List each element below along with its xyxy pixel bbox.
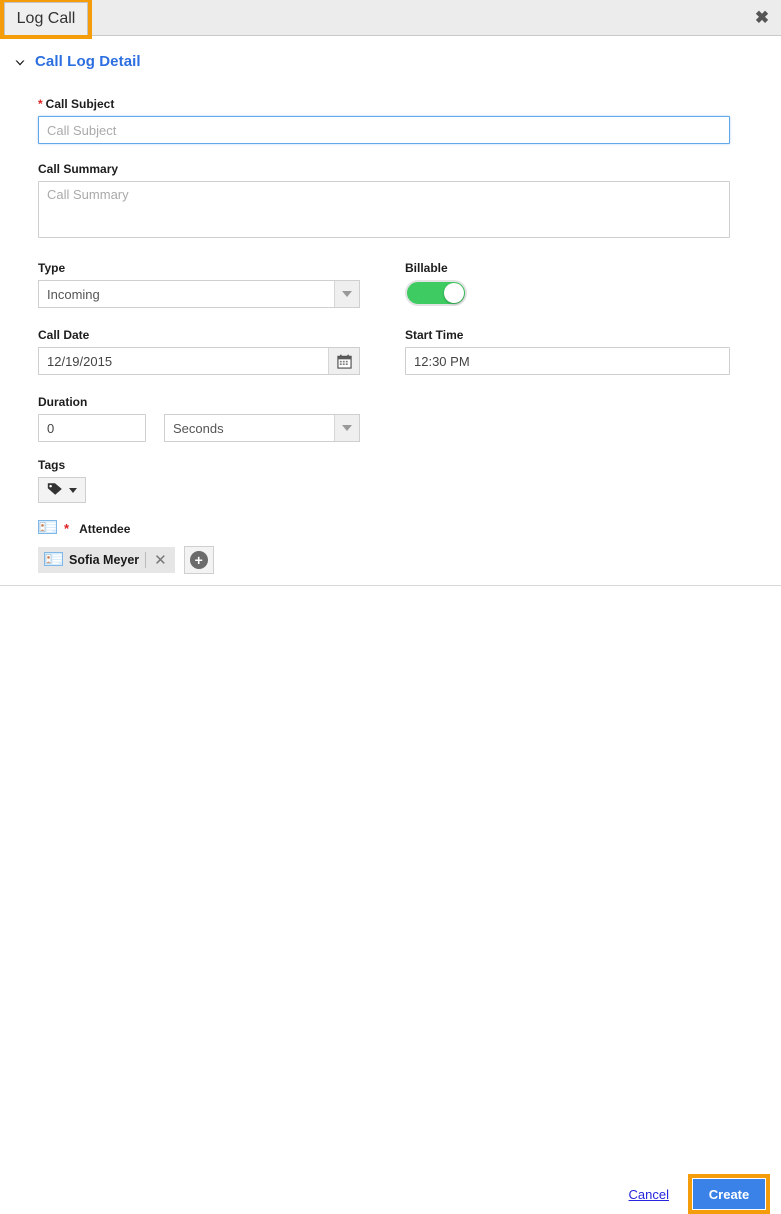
- call-subject-label: * Call Subject: [38, 97, 730, 111]
- call-summary-textarea[interactable]: [38, 181, 730, 238]
- field-start-time: Start Time: [405, 328, 730, 375]
- start-time-input[interactable]: [405, 347, 730, 375]
- calendar-glyph: [336, 354, 352, 369]
- type-select[interactable]: Incoming: [38, 280, 360, 308]
- attendee-label: Attendee: [79, 521, 131, 536]
- field-billable: Billable: [405, 261, 467, 306]
- field-tags: Tags: [38, 458, 86, 503]
- chevron-down-icon: [69, 487, 77, 493]
- tab-log-call[interactable]: Log Call: [4, 2, 88, 35]
- field-call-subject: * Call Subject: [38, 97, 730, 144]
- tags-label: Tags: [38, 458, 66, 472]
- duration-unit-select[interactable]: Seconds: [164, 414, 360, 442]
- field-duration: Duration Seconds: [38, 395, 360, 442]
- tab-log-call-label: Log Call: [16, 10, 76, 27]
- plus-icon: +: [189, 551, 208, 569]
- chip-separator: [145, 552, 147, 568]
- create-button-label: Create: [708, 1186, 750, 1202]
- duration-amount-input[interactable]: [38, 414, 146, 442]
- type-label: Type: [38, 261, 66, 275]
- calendar-icon[interactable]: [328, 348, 359, 374]
- call-date-label: Call Date: [38, 328, 90, 342]
- field-type: Type Incoming: [38, 261, 360, 308]
- close-icon[interactable]: ✖: [751, 6, 773, 28]
- call-summary-label: Call Summary: [38, 162, 119, 176]
- billable-toggle[interactable]: [405, 280, 467, 306]
- required-asterisk: *: [38, 97, 43, 111]
- tab-strip: Log Call ✖: [0, 0, 781, 39]
- chevron-down-icon: [14, 57, 26, 69]
- add-attendee-button[interactable]: +: [183, 546, 214, 574]
- duration-unit-dropdown-button[interactable]: [334, 415, 359, 441]
- cancel-button[interactable]: Cancel: [629, 1187, 669, 1202]
- field-call-summary: Call Summary: [38, 162, 730, 241]
- close-icon[interactable]: ✕: [152, 553, 169, 568]
- section-header-call-log-detail[interactable]: Call Log Detail: [14, 53, 141, 70]
- duration-label: Duration: [38, 395, 88, 409]
- attendee-header: * Attendee: [38, 520, 214, 537]
- contact-card-icon: [44, 551, 63, 569]
- chevron-down-icon: [342, 291, 352, 297]
- required-asterisk: *: [64, 521, 70, 536]
- start-time-label: Start Time: [405, 328, 464, 342]
- chevron-down-icon: [342, 425, 352, 431]
- call-date-field[interactable]: 12/19/2015: [38, 347, 360, 375]
- footer: Cancel Create: [0, 586, 781, 1214]
- type-dropdown-button[interactable]: [334, 281, 359, 307]
- toggle-knob: [444, 283, 464, 303]
- tags-button[interactable]: [38, 477, 86, 503]
- type-selected-value: Incoming: [47, 286, 100, 302]
- call-subject-label-text: Call Subject: [45, 97, 115, 111]
- attendee-chip-list: Sofia Meyer ✕ +: [38, 546, 214, 574]
- field-attendee: * Attendee Sofia Meyer ✕ +: [38, 520, 214, 574]
- field-call-date: Call Date 12/19/2015: [38, 328, 360, 375]
- section-title: Call Log Detail: [35, 53, 141, 70]
- duration-controls: Seconds: [38, 414, 360, 442]
- call-subject-input[interactable]: [38, 116, 730, 144]
- duration-unit-value: Seconds: [173, 420, 224, 436]
- attendee-chip-name: Sofia Meyer: [69, 553, 140, 567]
- create-button[interactable]: Create: [693, 1179, 765, 1209]
- billable-label: Billable: [405, 261, 448, 275]
- call-date-value[interactable]: 12/19/2015: [39, 348, 328, 374]
- tag-icon: [47, 482, 63, 499]
- contact-card-icon: [38, 520, 57, 537]
- attendee-chip[interactable]: Sofia Meyer ✕: [38, 547, 175, 573]
